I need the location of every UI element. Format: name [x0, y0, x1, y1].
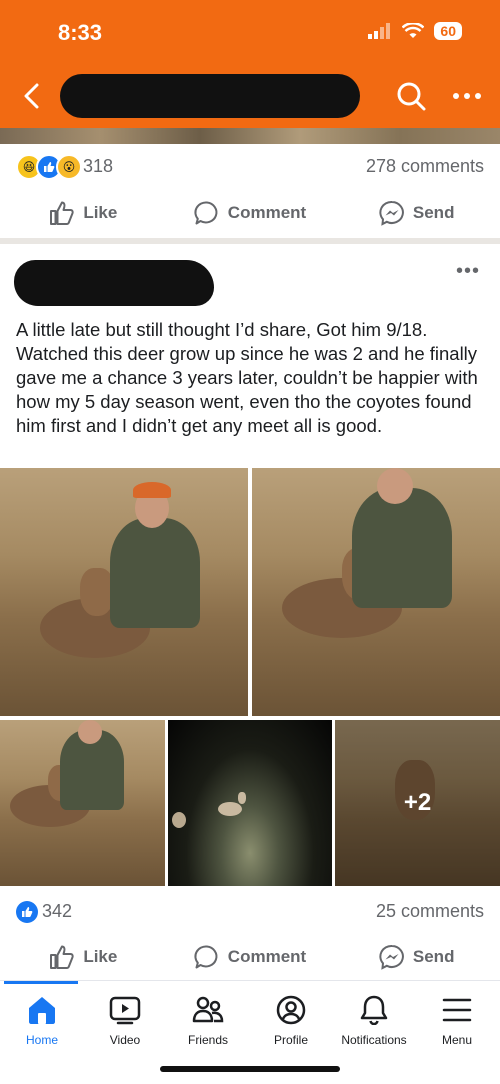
post-header: •••	[0, 244, 500, 314]
menu-icon	[442, 998, 472, 1022]
post-actions: Like Comment Send	[0, 932, 500, 982]
post-photo-3[interactable]	[0, 720, 165, 886]
post-photo-2[interactable]	[252, 468, 500, 716]
redacted-author	[14, 260, 214, 306]
comment-label: Comment	[227, 203, 307, 222]
previous-post-actions: Like Comment Send	[0, 188, 500, 238]
like-button[interactable]: Like	[0, 188, 167, 238]
profile-icon	[276, 995, 306, 1025]
like-count[interactable]: 342	[42, 901, 72, 922]
comments-count[interactable]: 25 comments	[376, 901, 484, 922]
messenger-icon	[379, 201, 404, 226]
thumbs-up-icon	[50, 945, 75, 969]
post-photo-1[interactable]	[0, 468, 248, 716]
post-text: A little late but still thought I’d shar…	[16, 319, 478, 436]
like-label: Like	[83, 947, 118, 966]
wow-reaction-icon: 😮	[56, 154, 82, 180]
comment-button[interactable]: Comment	[167, 932, 334, 982]
tab-label: Menu	[441, 1033, 473, 1047]
battery-indicator: 60	[434, 22, 462, 40]
send-button[interactable]: Send	[333, 188, 500, 238]
more-options-button[interactable]	[447, 78, 487, 114]
status-bar: 8:33 60	[0, 0, 500, 64]
chevron-left-icon	[24, 83, 39, 109]
tab-label: Video	[109, 1033, 141, 1047]
comment-button[interactable]: Comment	[167, 188, 334, 238]
post-photo-4[interactable]	[168, 720, 332, 886]
post-more-icon[interactable]: •••	[456, 260, 480, 283]
comment-label: Comment	[227, 947, 307, 966]
bell-icon	[360, 995, 388, 1025]
reaction-icons[interactable]: 😆 😮	[16, 154, 82, 180]
comment-icon	[194, 201, 218, 225]
post-reactions: 342 25 comments	[0, 892, 500, 932]
status-icons: 60	[368, 22, 462, 40]
tab-friends[interactable]: Friends	[166, 995, 250, 1047]
tab-home[interactable]: Home	[0, 995, 84, 1047]
post-photo-5[interactable]: +2	[335, 720, 500, 886]
previous-post-image[interactable]	[0, 128, 500, 144]
tab-video[interactable]: Video	[83, 995, 167, 1047]
previous-post-reactions: 😆 😮 318 278 comments	[0, 146, 500, 188]
reaction-count[interactable]: 318	[83, 156, 113, 177]
app-header	[0, 64, 500, 128]
like-label: Like	[83, 203, 118, 222]
tab-label: Friends	[187, 1033, 228, 1047]
friends-icon	[192, 996, 224, 1023]
more-photos-overlay[interactable]: +2	[335, 720, 500, 886]
messenger-icon	[379, 945, 404, 970]
thumbs-up-icon	[50, 201, 75, 225]
tab-notifications[interactable]: Notifications	[332, 995, 416, 1047]
search-button[interactable]	[393, 78, 429, 114]
tab-label: Home	[25, 1033, 58, 1047]
home-icon	[29, 997, 55, 1024]
back-button[interactable]	[14, 78, 50, 114]
send-label: Send	[412, 203, 455, 222]
like-reaction-icon	[16, 901, 38, 923]
send-button[interactable]: Send	[333, 932, 500, 982]
search-icon	[397, 82, 426, 111]
tab-label: Notifications	[341, 1033, 407, 1047]
active-tab-indicator	[4, 981, 78, 984]
tab-menu[interactable]: Menu	[415, 995, 499, 1047]
tab-label: Profile	[273, 1033, 308, 1047]
video-icon	[109, 996, 141, 1025]
send-label: Send	[412, 947, 455, 966]
signal-icon	[368, 23, 391, 39]
comment-icon	[194, 945, 218, 969]
wifi-icon	[402, 23, 425, 38]
status-time: 8:33	[58, 20, 103, 45]
redacted-group-title	[60, 74, 360, 118]
comments-count[interactable]: 278 comments	[366, 156, 484, 177]
tab-profile[interactable]: Profile	[249, 995, 333, 1047]
like-button[interactable]: Like	[0, 932, 167, 982]
home-indicator	[160, 1066, 340, 1072]
more-dots-icon	[453, 93, 481, 99]
